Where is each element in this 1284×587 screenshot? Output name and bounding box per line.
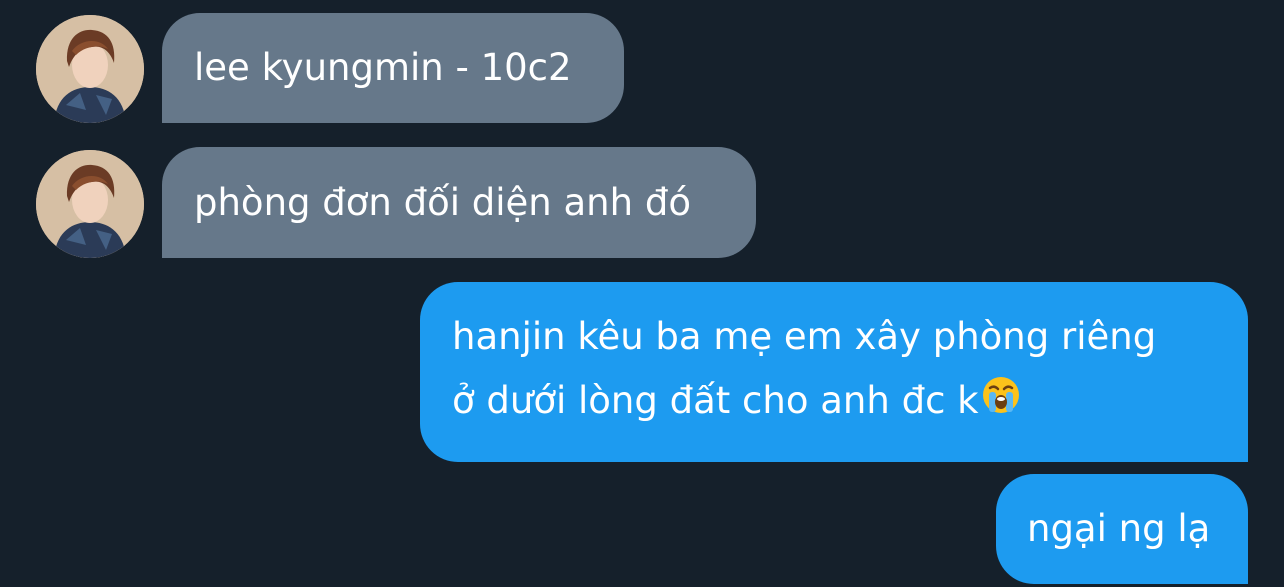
message-bubble-incoming[interactable]: lee kyungmin - 10c2 bbox=[162, 13, 624, 123]
message-text: lee kyungmin - 10c2 bbox=[194, 46, 572, 89]
message-thread: lee kyungmin - 10c2 phòng đơn đối diện a… bbox=[0, 0, 1284, 587]
message-bubble-outgoing[interactable]: ngại ng lạ bbox=[996, 474, 1248, 584]
message-text-line: ở dưới lòng đất cho anh đc k bbox=[452, 369, 1218, 435]
message-bubble-outgoing[interactable]: hanjin kêu ba mẹ em xây phòng riêng ở dư… bbox=[420, 282, 1248, 462]
message-text: phòng đơn đối diện anh đó bbox=[194, 181, 691, 224]
avatar[interactable] bbox=[36, 150, 144, 258]
message-bubble-incoming[interactable]: phòng đơn đối diện anh đó bbox=[162, 147, 756, 258]
avatar[interactable] bbox=[36, 15, 144, 123]
loudly-crying-face-icon bbox=[981, 371, 1021, 435]
message-text: ngại ng lạ bbox=[1027, 507, 1211, 550]
message-text-line: hanjin kêu ba mẹ em xây phòng riêng bbox=[452, 315, 1157, 358]
message-text-segment: ở dưới lòng đất cho anh đc k bbox=[452, 379, 979, 422]
